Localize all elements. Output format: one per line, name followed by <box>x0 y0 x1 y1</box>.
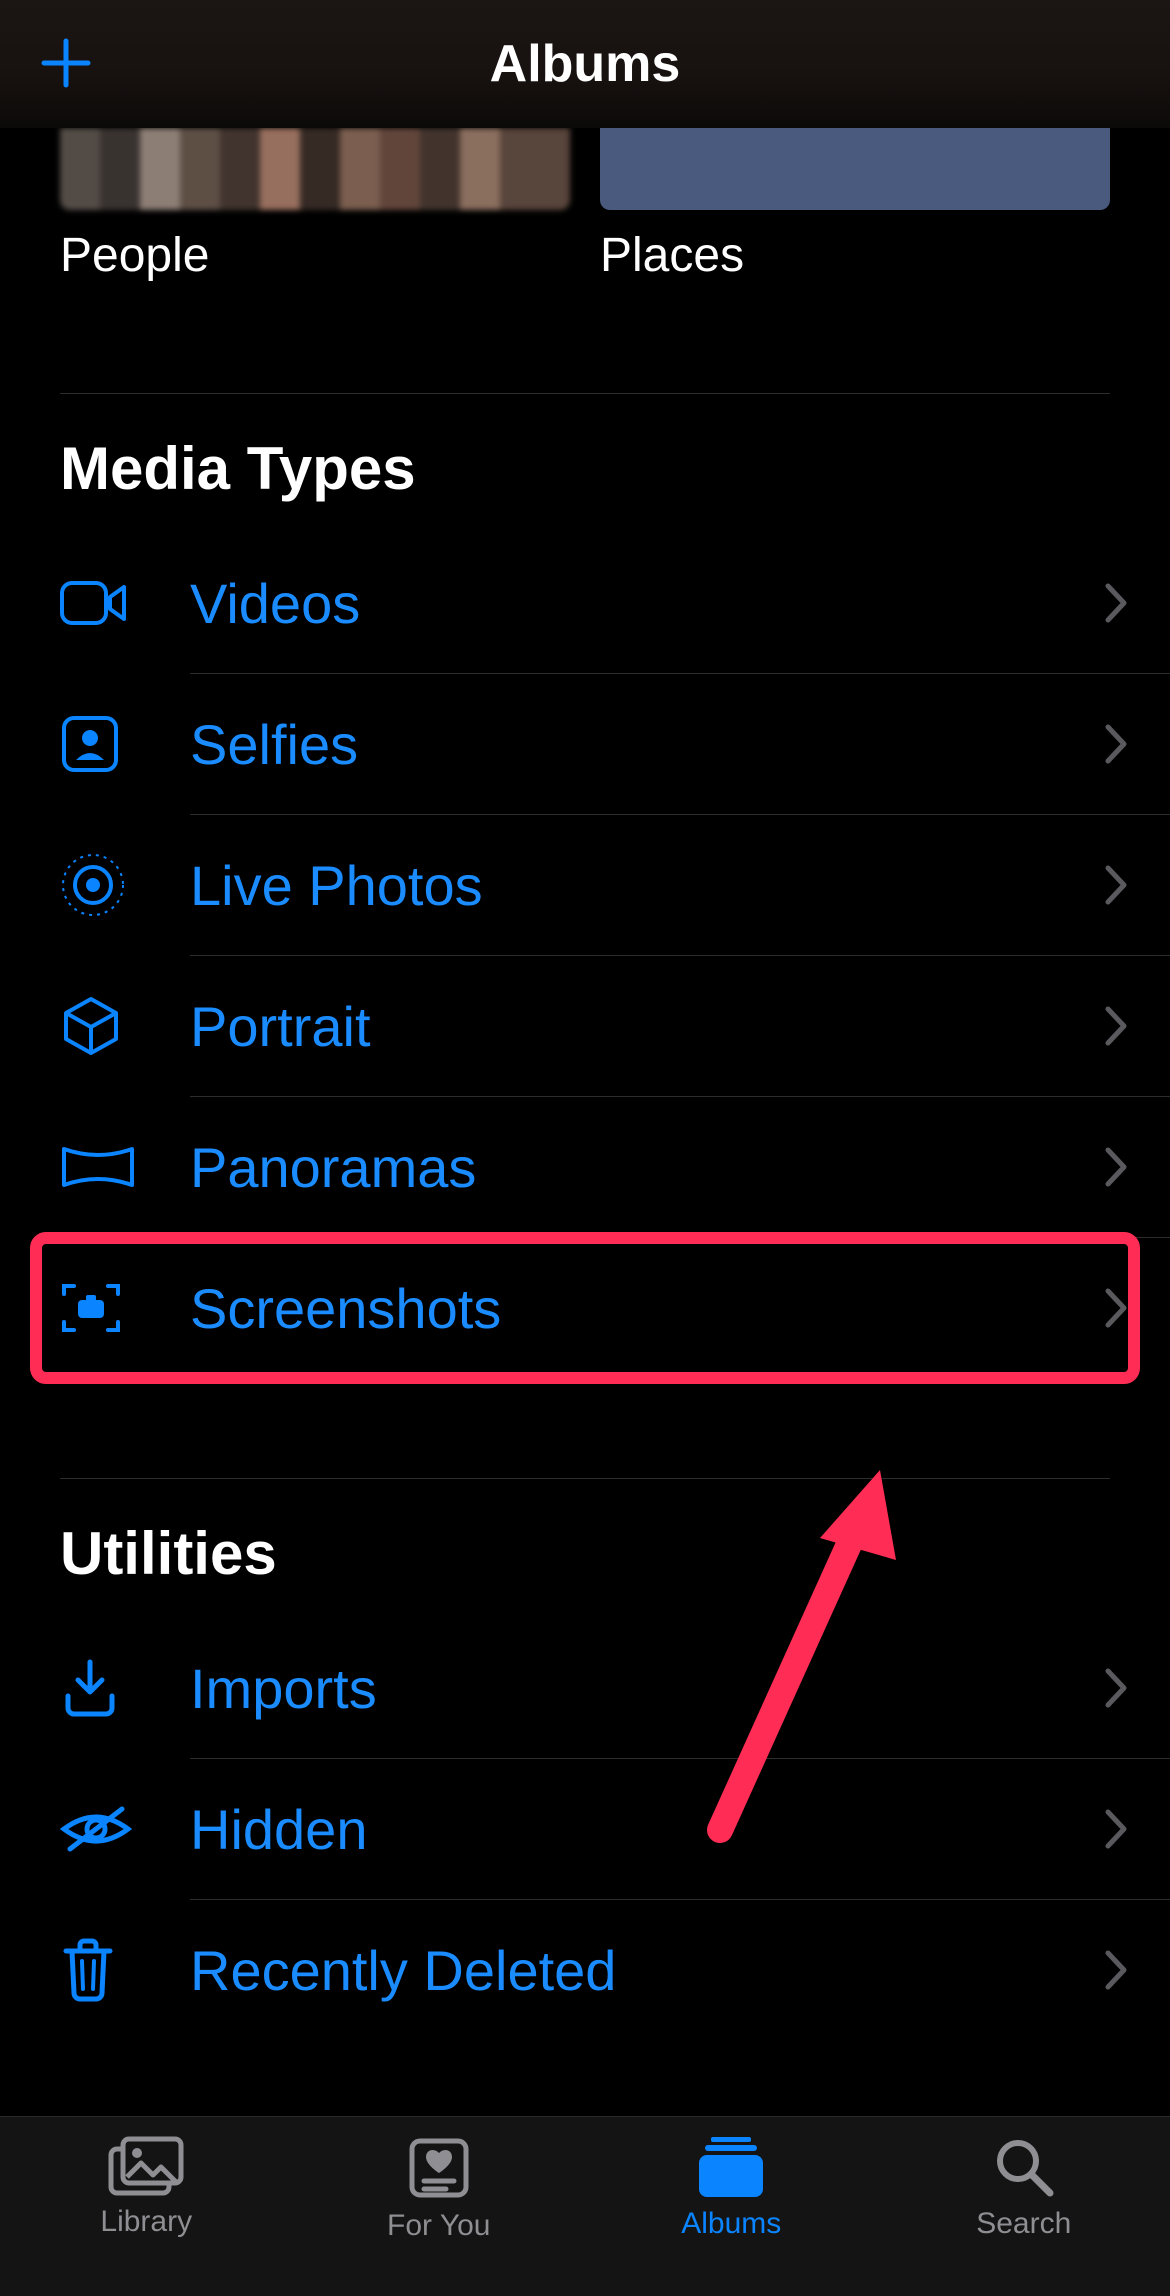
chevron-right-icon <box>1104 1287 1170 1329</box>
tabbar: Library For You Albums Search <box>0 2116 1170 2296</box>
media-type-panoramas[interactable]: Panoramas <box>0 1097 1170 1237</box>
chevron-right-icon <box>1104 1667 1170 1709</box>
chevron-right-icon <box>1104 864 1170 906</box>
utility-recently-deleted[interactable]: Recently Deleted <box>0 1900 1170 2040</box>
chevron-right-icon <box>1104 1005 1170 1047</box>
people-label: People <box>60 228 570 283</box>
row-label: Imports <box>190 1656 1104 1721</box>
places-album[interactable]: Places <box>600 128 1110 283</box>
albums-icon <box>693 2135 769 2199</box>
album-grid-partial: People Places <box>0 128 1170 283</box>
utilities-list: Imports Hidde <box>0 1618 1170 2040</box>
media-type-selfies[interactable]: Selfies <box>0 674 1170 814</box>
tab-label: Library <box>100 2205 192 2239</box>
tab-library[interactable]: Library <box>0 2117 293 2296</box>
media-type-portrait[interactable]: Portrait <box>0 956 1170 1096</box>
row-label: Videos <box>190 571 1104 636</box>
tab-label: For You <box>387 2209 490 2243</box>
utility-hidden[interactable]: Hidden <box>0 1759 1170 1899</box>
chevron-right-icon <box>1104 1146 1170 1188</box>
utilities-header: Utilities <box>0 1479 1170 1618</box>
row-label: Portrait <box>190 994 1104 1059</box>
video-icon <box>60 579 128 627</box>
row-label: Screenshots <box>190 1276 1104 1341</box>
tab-search[interactable]: Search <box>878 2117 1170 2296</box>
tab-albums[interactable]: Albums <box>585 2117 878 2296</box>
chevron-right-icon <box>1104 582 1170 624</box>
chevron-right-icon <box>1104 723 1170 765</box>
trash-icon <box>60 1937 116 2003</box>
page-title: Albums <box>490 34 681 94</box>
row-label: Live Photos <box>190 853 1104 918</box>
livephoto-icon <box>60 852 126 918</box>
media-type-screenshots[interactable]: Screenshots <box>0 1238 1170 1378</box>
panorama-icon <box>60 1143 136 1191</box>
people-thumb <box>60 128 570 210</box>
foryou-icon <box>406 2135 472 2201</box>
selfie-icon <box>60 714 120 774</box>
library-icon <box>107 2135 185 2197</box>
row-label: Recently Deleted <box>190 1938 1104 2003</box>
plus-icon <box>38 35 94 91</box>
row-label: Selfies <box>190 712 1104 777</box>
tab-label: Albums <box>681 2207 781 2241</box>
import-icon <box>60 1658 120 1718</box>
places-label: Places <box>600 228 1110 283</box>
row-label: Hidden <box>190 1797 1104 1862</box>
utility-imports[interactable]: Imports <box>0 1618 1170 1758</box>
chevron-right-icon <box>1104 1808 1170 1850</box>
tab-foryou[interactable]: For You <box>293 2117 586 2296</box>
add-album-button[interactable] <box>38 35 94 91</box>
navbar: Albums <box>0 0 1170 128</box>
screenshot-icon <box>60 1280 122 1336</box>
places-thumb <box>600 128 1110 210</box>
media-type-livephotos[interactable]: Live Photos <box>0 815 1170 955</box>
portrait-icon <box>60 995 122 1057</box>
chevron-right-icon <box>1104 1949 1170 1991</box>
tab-label: Search <box>976 2207 1071 2241</box>
row-label: Panoramas <box>190 1135 1104 1200</box>
media-types-header: Media Types <box>0 394 1170 533</box>
media-type-videos[interactable]: Videos <box>0 533 1170 673</box>
hidden-icon <box>60 1803 132 1855</box>
media-types-list: Videos Selfie <box>0 533 1170 1378</box>
people-album[interactable]: People <box>60 128 570 283</box>
search-icon <box>992 2135 1056 2199</box>
